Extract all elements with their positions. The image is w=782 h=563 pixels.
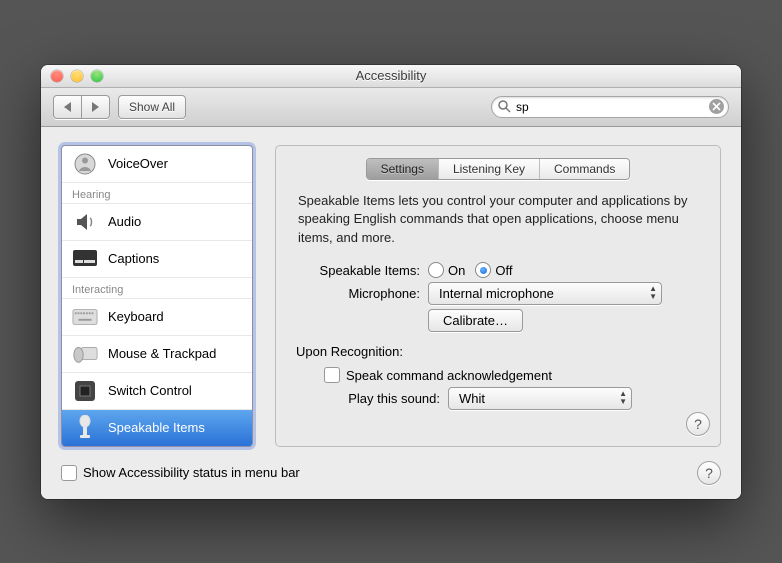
voiceover-icon xyxy=(72,152,98,176)
sidebar-item-audio[interactable]: Audio xyxy=(62,203,252,240)
label-microphone: Microphone: xyxy=(290,286,428,301)
label-speakable-items: Speakable Items: xyxy=(290,263,428,278)
search-icon xyxy=(498,100,511,113)
sidebar-item-keyboard[interactable]: Keyboard xyxy=(62,298,252,335)
radio-label: Off xyxy=(495,263,512,278)
nav-buttons xyxy=(53,95,110,119)
sidebar-item-label: Audio xyxy=(108,214,141,229)
sidebar-item-captions[interactable]: Captions xyxy=(62,240,252,277)
window-help-button[interactable]: ? xyxy=(697,461,721,485)
speak-ack-label: Speak command acknowledgement xyxy=(346,368,552,383)
sidebar-item-speakable-items[interactable]: Speakable Items xyxy=(62,409,252,446)
category-sidebar: VoiceOver Hearing Audio Captions Interac… xyxy=(61,145,253,447)
forward-button[interactable] xyxy=(82,95,110,119)
menubar-status-checkbox[interactable] xyxy=(61,465,77,481)
sidebar-item-label: Switch Control xyxy=(108,383,192,398)
tab-settings[interactable]: Settings xyxy=(367,159,438,179)
sidebar-item-label: Speakable Items xyxy=(108,420,205,435)
radio-speakable-on[interactable]: On xyxy=(428,262,465,278)
radio-label: On xyxy=(448,263,465,278)
search-input[interactable] xyxy=(491,96,729,118)
menubar-status-label: Show Accessibility status in menu bar xyxy=(83,465,300,480)
keyboard-icon xyxy=(72,305,98,329)
window-title: Accessibility xyxy=(41,68,741,83)
play-sound-popup[interactable]: Whit ▲▼ xyxy=(448,387,632,410)
calibrate-button[interactable]: Calibrate… xyxy=(428,309,523,332)
content-area: VoiceOver Hearing Audio Captions Interac… xyxy=(41,127,741,499)
footer: Show Accessibility status in menu bar ? xyxy=(61,461,721,485)
speak-ack-checkbox[interactable] xyxy=(324,367,340,383)
panel-description: Speakable Items lets you control your co… xyxy=(290,188,706,259)
panel-help-button[interactable]: ? xyxy=(686,412,710,436)
tab-bar: Settings Listening Key Commands xyxy=(290,158,706,180)
stepper-arrows-icon: ▲▼ xyxy=(649,285,657,301)
sidebar-item-label: Captions xyxy=(108,251,159,266)
sidebar-group-interacting: Interacting xyxy=(62,277,252,298)
row-calibrate: Calibrate… xyxy=(290,309,706,332)
row-play-sound: Play this sound: Whit ▲▼ xyxy=(290,387,706,410)
row-speak-ack: Speak command acknowledgement xyxy=(290,367,706,383)
chevron-right-icon xyxy=(92,102,99,112)
sidebar-item-switch-control[interactable]: Switch Control xyxy=(62,372,252,409)
settings-panel: Settings Listening Key Commands Speakabl… xyxy=(275,145,721,447)
popup-value: Whit xyxy=(459,391,485,406)
zoom-window-button[interactable] xyxy=(91,70,103,82)
captions-icon xyxy=(72,247,98,271)
close-window-button[interactable] xyxy=(51,70,63,82)
sidebar-item-mouse-trackpad[interactable]: Mouse & Trackpad xyxy=(62,335,252,372)
microphone-icon xyxy=(72,416,98,440)
search-field-wrap xyxy=(491,96,729,118)
accessibility-window: Accessibility Show All xyxy=(41,65,741,499)
titlebar: Accessibility xyxy=(41,65,741,88)
show-all-button[interactable]: Show All xyxy=(118,95,186,119)
popup-value: Internal microphone xyxy=(439,286,554,301)
recognition-header: Upon Recognition: xyxy=(290,336,706,363)
back-button[interactable] xyxy=(53,95,82,119)
speaker-icon xyxy=(72,210,98,234)
stepper-arrows-icon: ▲▼ xyxy=(619,390,627,406)
tab-listening-key[interactable]: Listening Key xyxy=(438,159,539,179)
window-controls xyxy=(41,70,103,82)
sidebar-item-label: Keyboard xyxy=(108,309,164,324)
sidebar-item-label: VoiceOver xyxy=(108,156,168,171)
toolbar: Show All xyxy=(41,88,741,127)
label-play-sound: Play this sound: xyxy=(290,391,448,406)
microphone-popup[interactable]: Internal microphone ▲▼ xyxy=(428,282,662,305)
chevron-left-icon xyxy=(64,102,71,112)
switch-control-icon xyxy=(72,379,98,403)
clear-search-button[interactable] xyxy=(709,99,724,114)
tab-commands[interactable]: Commands xyxy=(539,159,629,179)
row-microphone: Microphone: Internal microphone ▲▼ xyxy=(290,282,706,305)
sidebar-item-voiceover[interactable]: VoiceOver xyxy=(62,146,252,182)
minimize-window-button[interactable] xyxy=(71,70,83,82)
radio-speakable-off[interactable]: Off xyxy=(475,262,512,278)
row-speakable-items: Speakable Items: On Off xyxy=(290,262,706,278)
sidebar-item-label: Mouse & Trackpad xyxy=(108,346,216,361)
sidebar-group-hearing: Hearing xyxy=(62,182,252,203)
mouse-trackpad-icon xyxy=(72,342,98,366)
